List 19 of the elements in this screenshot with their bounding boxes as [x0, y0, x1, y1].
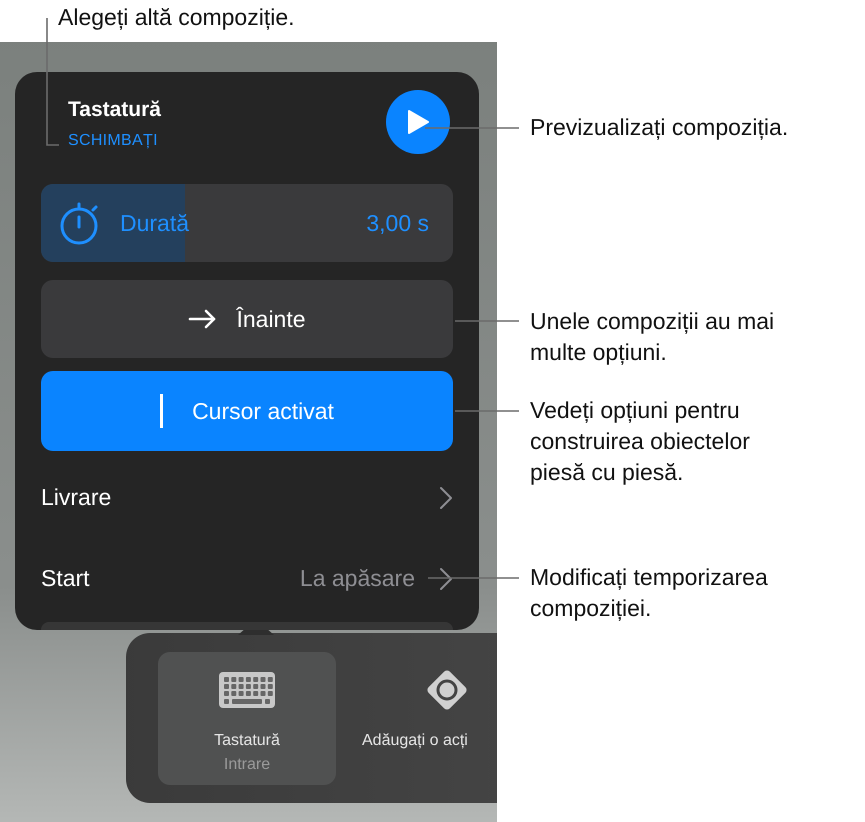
- callout-text: Vedeți opțiuni pentru construirea obiectelor piesă cu piesă.: [530, 396, 750, 487]
- cursor-button[interactable]: Cursor activat: [41, 371, 453, 451]
- toolbar-item[interactable]: Adăugați o acți: [358, 652, 497, 785]
- setting-value: La apăsare: [300, 565, 415, 592]
- composition-title: Tastatură: [68, 98, 161, 122]
- duration-label: Durată: [120, 210, 190, 236]
- setting-label[interactable]: Start: [41, 565, 90, 592]
- change-link[interactable]: SCHIMBAȚI: [68, 132, 158, 150]
- toolbar-item-sublabel: Intrare: [224, 756, 270, 774]
- callout-text: Modificați temporizarea compoziției.: [530, 563, 768, 623]
- callout-text: Previzualizați compoziția.: [530, 113, 788, 142]
- direction-button[interactable]: Înainte: [41, 280, 453, 358]
- duration-value: 3,00 s: [366, 210, 429, 236]
- setting-label[interactable]: Livrare: [41, 484, 112, 511]
- callout-text: Alegeți altă compoziție.: [58, 3, 295, 32]
- toolbar-item-label: Tastatură: [214, 732, 280, 750]
- callout-text: Unele compoziții au mai multe opțiuni.: [530, 307, 774, 367]
- toolbar-item-label: Adăugați o acți: [362, 732, 468, 750]
- toolbar-item[interactable]: Tastatură Intrare: [158, 652, 336, 785]
